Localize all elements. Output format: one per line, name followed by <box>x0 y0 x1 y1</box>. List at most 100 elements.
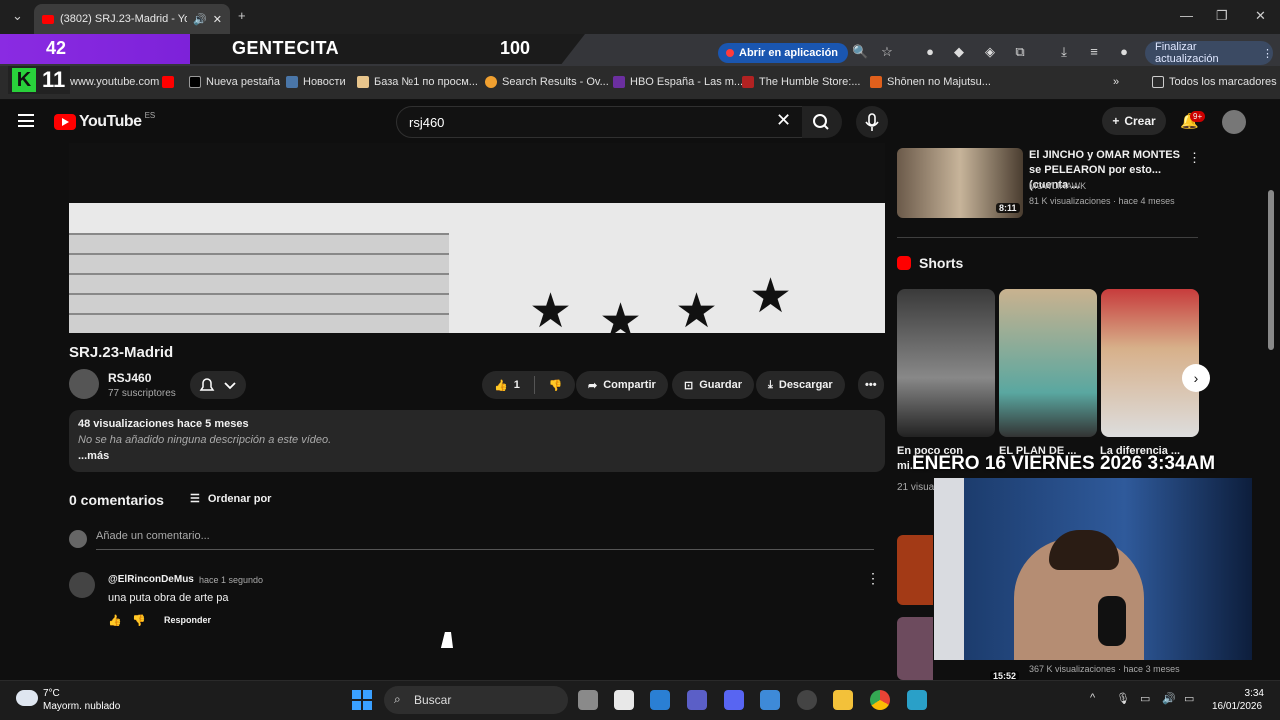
dislike-button[interactable]: 👎 <box>549 379 563 392</box>
bookmark-item[interactable]: Nueva pestaña <box>189 76 280 88</box>
bookmark-label: www.youtube.com <box>70 76 160 88</box>
store-icon[interactable] <box>760 690 780 710</box>
create-label: Crear <box>1124 114 1156 128</box>
weather-description[interactable]: Mayorm. nublado <box>43 701 120 712</box>
short-thumbnail[interactable] <box>897 289 995 437</box>
bookmark-item[interactable]: The Humble Store:... <box>742 76 861 88</box>
account-avatar[interactable] <box>1222 110 1246 134</box>
profile-icon[interactable]: ● <box>1116 44 1132 60</box>
comment-more-icon[interactable]: ⋮ <box>866 570 880 587</box>
chrome-icon[interactable] <box>870 690 890 710</box>
video-options-icon[interactable]: ⋮ <box>1188 150 1201 166</box>
open-in-app-button[interactable]: Abrir en aplicación <box>718 43 849 63</box>
save-button[interactable]: ⊡ Guardar <box>672 371 755 399</box>
bookmark-item[interactable]: База №1 по просм... <box>357 76 478 88</box>
bookmark-item[interactable]: Shōnen no Majutsu... <box>870 76 991 88</box>
comments-count: 0 comentarios <box>69 492 164 508</box>
zoom-icon[interactable]: 🔍 <box>852 44 868 60</box>
bookmarks-bar: www.youtube.com Nueva pestaña Новости Ба… <box>0 66 1280 100</box>
bookmark-item[interactable]: Search Results - Ov... <box>485 76 609 88</box>
channel-name[interactable]: RSJ460 <box>108 371 151 385</box>
windows-start-icon[interactable] <box>352 690 372 710</box>
weather-temperature[interactable]: 7°C <box>43 688 60 699</box>
all-bookmarks-folder[interactable]: Todos los marcadores <box>1152 76 1277 88</box>
close-window-icon[interactable]: ✕ <box>1255 8 1266 24</box>
more-bookmarks-icon[interactable]: » <box>1113 76 1119 88</box>
youtube-logo[interactable]: YouTube ES <box>54 111 155 131</box>
commenter-avatar[interactable] <box>69 572 95 598</box>
comment-input[interactable]: Añade un comentario... <box>96 530 874 550</box>
clock-date[interactable]: 16/01/2026 <box>1212 701 1262 712</box>
comment-time[interactable]: hace 1 segundo <box>199 575 263 585</box>
extension-icon[interactable]: ● <box>922 44 938 60</box>
file-explorer-icon[interactable] <box>833 690 853 710</box>
close-tab-icon[interactable]: ✕ <box>213 13 222 26</box>
comment-author[interactable]: @ElRinconDeMus <box>108 574 194 585</box>
related-video-thumbnail[interactable] <box>897 617 933 680</box>
new-tab-icon[interactable]: + <box>238 8 246 23</box>
create-button[interactable]: + Crear <box>1102 107 1166 135</box>
taskbar-search[interactable]: ⌕ Buscar <box>384 686 568 714</box>
youtube-play-icon <box>54 114 76 130</box>
media-icon[interactable]: ≡ <box>1086 44 1102 60</box>
extensions-puzzle-icon[interactable]: ⧉ <box>1012 44 1028 60</box>
video-player[interactable]: ★ ★ ★ ★ <box>69 143 885 333</box>
bookmark-item[interactable]: www.youtube.com <box>70 76 159 88</box>
notes-app-icon[interactable] <box>907 690 927 710</box>
related-video-thumbnail[interactable] <box>897 535 933 605</box>
browser-tab[interactable]: (3802) SRJ.23-Madrid - You 🔊 ✕ <box>34 4 230 34</box>
related-video-channel[interactable]: MOWLIHAWK <box>1029 181 1086 191</box>
downloads-icon[interactable]: ⤓ <box>1056 44 1072 60</box>
bookmark-label: Nueva pestaña <box>206 76 280 88</box>
more-actions-button[interactable]: ••• <box>858 371 884 399</box>
description-box[interactable]: 48 visualizaciones hace 5 meses No se ha… <box>69 410 885 472</box>
cloud-weather-icon[interactable] <box>16 690 38 706</box>
comment-like-icon[interactable]: 👍 <box>108 614 122 627</box>
network-icon[interactable]: ▭ <box>1140 692 1150 705</box>
share-button[interactable]: ➦ Compartir <box>576 371 668 399</box>
clear-search-icon[interactable]: ✕ <box>776 110 791 131</box>
youtube-bookmark-icon[interactable] <box>162 76 174 88</box>
bookmark-item[interactable]: HBO España - Las m... <box>613 76 743 88</box>
discord-icon[interactable] <box>724 690 744 710</box>
download-button[interactable]: ⤓ Descargar <box>756 371 845 399</box>
search-icon: ⌕ <box>394 692 401 706</box>
share-icon: ➦ <box>588 379 598 392</box>
tray-mic-icon[interactable]: 🎙 <box>1116 692 1130 705</box>
clock-time[interactable]: 3:34 <box>1238 688 1264 699</box>
extension-icon[interactable]: ◆ <box>951 44 967 60</box>
hamburger-menu-icon[interactable] <box>18 114 34 127</box>
like-button[interactable]: 👍 <box>494 379 508 392</box>
task-view-icon[interactable] <box>578 690 598 710</box>
reply-button[interactable]: Responder <box>164 615 211 625</box>
battery-icon[interactable]: ▭ <box>1184 692 1194 705</box>
obs-icon[interactable] <box>797 690 817 710</box>
tab-search-icon[interactable]: ⌄ <box>12 8 23 24</box>
notepad-icon[interactable] <box>614 690 634 710</box>
search-input[interactable]: rsj460 <box>396 106 804 138</box>
sort-comments-button[interactable]: ☰ Ordenar por <box>190 492 271 506</box>
show-more-link[interactable]: ...más <box>78 450 876 462</box>
mail-icon[interactable] <box>650 690 670 710</box>
comment-dislike-icon[interactable]: 👎 <box>132 614 146 627</box>
speaker-icon[interactable]: 🔊 <box>193 13 207 26</box>
subscription-bell-button[interactable] <box>190 371 246 399</box>
minimize-icon[interactable]: — <box>1180 8 1193 23</box>
page-scrollbar[interactable] <box>1268 190 1274 350</box>
volume-icon[interactable]: 🔊 <box>1162 692 1176 705</box>
channel-avatar[interactable] <box>69 369 99 399</box>
search-button[interactable] <box>802 106 842 138</box>
short-thumbnail[interactable] <box>1101 289 1199 437</box>
extension-icon[interactable]: ◈ <box>982 44 998 60</box>
maximize-icon[interactable]: ❐ <box>1216 8 1228 24</box>
teams-icon[interactable] <box>687 690 707 710</box>
voice-search-button[interactable] <box>856 106 888 138</box>
related-video-meta: 81 K visualizaciones · hace 4 meses <box>1029 196 1175 206</box>
bookmark-item[interactable]: Новости <box>286 76 346 88</box>
bookmark-star-icon[interactable]: ☆ <box>879 44 895 60</box>
next-arrow-icon[interactable]: › <box>1182 364 1210 392</box>
short-thumbnail[interactable] <box>999 289 1097 437</box>
star-graphic: ★ <box>529 285 573 333</box>
tray-chevron-icon[interactable]: ^ <box>1090 692 1095 704</box>
finish-update-button[interactable]: Finalizar actualización ⋮ <box>1145 41 1273 65</box>
